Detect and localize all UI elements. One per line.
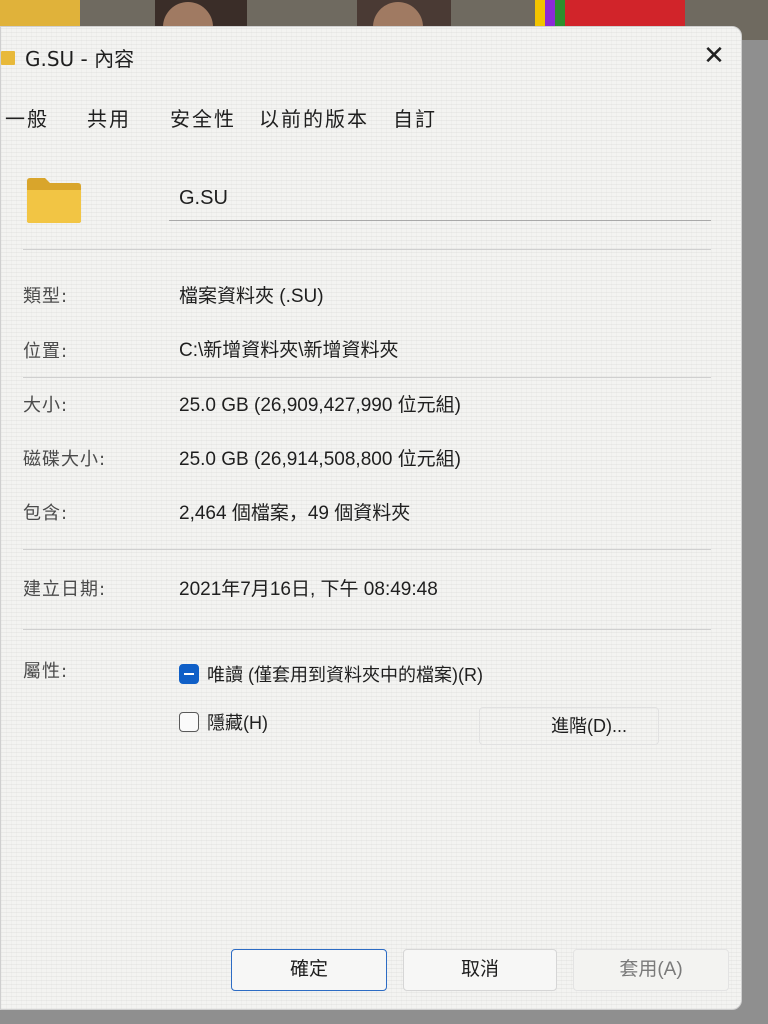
advanced-button[interactable]: 進階(D)...	[479, 707, 659, 745]
folder-icon	[27, 178, 81, 223]
hidden-label: 隱藏(H)	[207, 713, 268, 733]
folder-icon	[1, 51, 15, 65]
attributes-label: 屬性:	[23, 661, 69, 682]
contains-label: 包含:	[23, 503, 69, 524]
location-value: C:\新增資料夾\新增資料夾	[179, 340, 399, 361]
size-label: 大小:	[23, 395, 69, 416]
readonly-checkbox[interactable]	[179, 664, 199, 684]
tab-bar: 一般 共用 安全性 以前的版本 自訂	[1, 103, 741, 137]
divider	[23, 377, 711, 378]
hidden-checkbox[interactable]	[179, 712, 199, 732]
ok-button[interactable]: 確定	[231, 949, 387, 991]
disk-size-label: 磁碟大小:	[23, 449, 107, 470]
created-label: 建立日期:	[23, 579, 107, 600]
type-value: 檔案資料夾 (.SU)	[179, 286, 324, 307]
location-label: 位置:	[23, 341, 69, 362]
close-icon[interactable]: ✕	[699, 41, 729, 71]
divider	[23, 249, 711, 250]
properties-dialog: G.SU - 內容 ✕ 一般 共用 安全性 以前的版本 自訂 類型: 檔案資料夾…	[0, 26, 742, 1010]
type-label: 類型:	[23, 286, 69, 307]
readonly-label: 唯讀 (僅套用到資料夾中的檔案)(R)	[207, 665, 483, 685]
apply-button[interactable]: 套用(A)	[573, 949, 729, 991]
disk-size-value: 25.0 GB (26,914,508,800 位元組)	[179, 449, 461, 470]
tab-previous-versions[interactable]: 以前的版本	[259, 103, 369, 132]
tab-sharing[interactable]: 共用	[87, 103, 131, 132]
window-title: G.SU - 內容	[25, 47, 135, 71]
folder-name-input[interactable]	[169, 177, 711, 221]
size-value: 25.0 GB (26,909,427,990 位元組)	[179, 395, 461, 416]
tab-security[interactable]: 安全性	[170, 103, 236, 132]
tab-customize[interactable]: 自訂	[393, 103, 437, 132]
readonly-checkbox-row[interactable]: 唯讀 (僅套用到資料夾中的檔案)(R)	[179, 661, 483, 687]
created-value: 2021年7月16日, 下午 08:49:48	[179, 579, 438, 600]
contains-value: 2,464 個檔案，49 個資料夾	[179, 503, 411, 524]
title-bar: G.SU - 內容 ✕	[1, 27, 741, 87]
hidden-checkbox-row[interactable]: 隱藏(H)	[179, 709, 268, 735]
divider	[23, 549, 711, 550]
cancel-button[interactable]: 取消	[403, 949, 557, 991]
divider	[23, 629, 711, 630]
tab-general[interactable]: 一般	[5, 103, 49, 132]
